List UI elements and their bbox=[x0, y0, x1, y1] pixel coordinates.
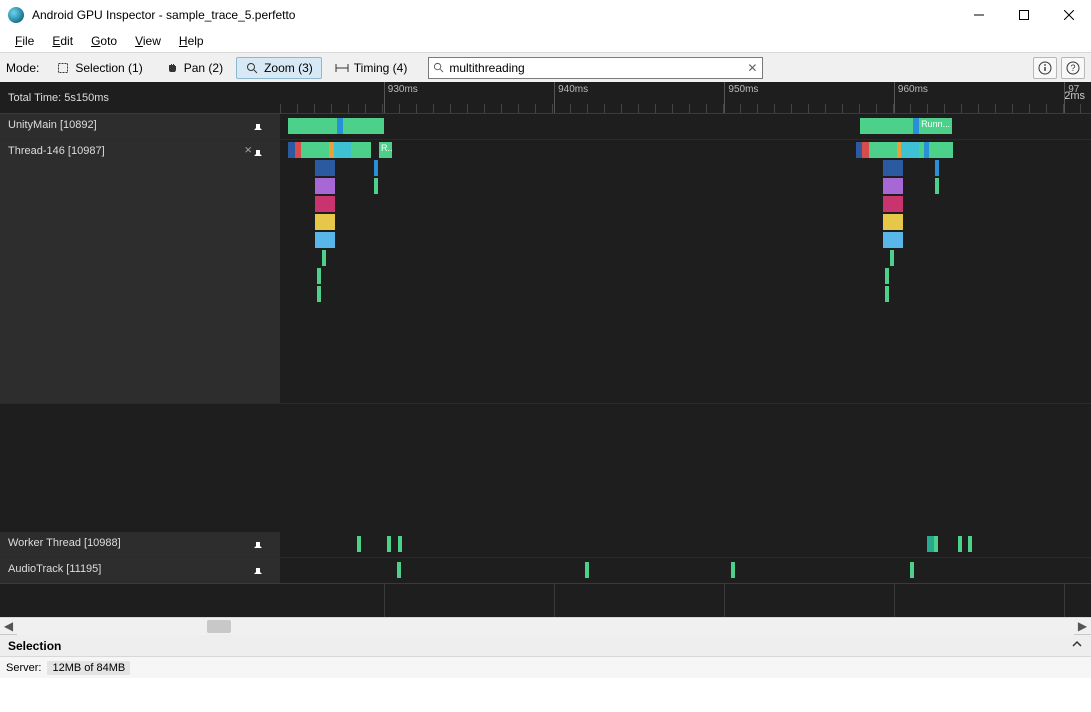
track-label-text: Worker Thread [10988] bbox=[8, 537, 121, 549]
track-body-thread146[interactable]: R... bbox=[280, 140, 1091, 403]
scroll-left-button[interactable]: ◀ bbox=[0, 618, 17, 635]
minimize-button[interactable] bbox=[956, 0, 1001, 30]
menubar: File Edit Goto View Help bbox=[0, 30, 1091, 52]
menu-file[interactable]: File bbox=[6, 31, 43, 51]
titlebar: Android GPU Inspector - sample_trace_5.p… bbox=[0, 0, 1091, 30]
mode-timing-button[interactable]: Timing (4) bbox=[326, 57, 417, 79]
track-body-worker[interactable] bbox=[280, 532, 1091, 557]
window-controls bbox=[956, 0, 1091, 30]
time-ruler[interactable]: 930ms940ms950ms960ms97 bbox=[280, 82, 1091, 113]
menu-edit[interactable]: Edit bbox=[43, 31, 82, 51]
track-row-spacer bbox=[0, 404, 1091, 532]
pin-icon[interactable] bbox=[260, 145, 272, 157]
help-button[interactable]: ? bbox=[1061, 57, 1085, 79]
track-body-audio[interactable] bbox=[280, 558, 1091, 583]
pin-icon[interactable] bbox=[260, 537, 272, 549]
chevron-up-icon bbox=[1071, 638, 1083, 653]
svg-text:?: ? bbox=[1070, 63, 1075, 73]
track-label-worker[interactable]: Worker Thread [10988] bbox=[0, 532, 280, 557]
track-label-text: AudioTrack [11195] bbox=[8, 563, 101, 575]
total-time-text: Total Time: 5s150ms bbox=[8, 92, 109, 104]
search-input[interactable] bbox=[447, 61, 742, 75]
close-button[interactable] bbox=[1046, 0, 1091, 30]
track-row-thread146: Thread-146 [10987] ⨯ R... bbox=[0, 140, 1091, 404]
track-label-thread146[interactable]: Thread-146 [10987] ⨯ bbox=[0, 140, 280, 403]
status-server-label: Server: bbox=[6, 662, 41, 674]
track-label-audio[interactable]: AudioTrack [11195] bbox=[0, 558, 280, 583]
scroll-right-button[interactable]: ▶ bbox=[1074, 618, 1091, 635]
pan-icon bbox=[165, 61, 179, 75]
timeline: Total Time: 5s150ms 2ms 930ms940ms950ms9… bbox=[0, 82, 1091, 634]
menu-help[interactable]: Help bbox=[170, 31, 213, 51]
pin-icon[interactable] bbox=[260, 119, 272, 131]
track-body-unitymain[interactable]: Runn... bbox=[280, 114, 1091, 139]
mode-pan-label: Pan (2) bbox=[184, 61, 223, 75]
selection-panel-header[interactable]: Selection bbox=[0, 634, 1091, 656]
window-title: Android GPU Inspector - sample_trace_5.p… bbox=[32, 8, 956, 22]
mode-selection-label: Selection (1) bbox=[75, 61, 142, 75]
search-icon bbox=[429, 62, 447, 73]
mode-pan-button[interactable]: Pan (2) bbox=[156, 57, 232, 79]
track-row-worker: Worker Thread [10988] bbox=[0, 532, 1091, 558]
menu-goto[interactable]: Goto bbox=[82, 31, 126, 51]
search-clear-button[interactable]: ✕ bbox=[742, 61, 762, 75]
track-label-unitymain[interactable]: UnityMain [10892] bbox=[0, 114, 280, 139]
track-row-unitymain: UnityMain [10892] Runn... bbox=[0, 114, 1091, 140]
mode-zoom-label: Zoom (3) bbox=[264, 61, 313, 75]
spacer-label bbox=[0, 404, 280, 532]
selection-title: Selection bbox=[8, 639, 61, 653]
search-box: ✕ bbox=[428, 57, 763, 79]
toolbar: Mode: Selection (1) Pan (2) Zoom (3) Tim… bbox=[0, 52, 1091, 82]
tracks-area[interactable]: UnityMain [10892] Runn... Thread-146 [10… bbox=[0, 114, 1091, 617]
app-icon bbox=[8, 7, 24, 23]
selection-icon bbox=[56, 61, 70, 75]
track-label-text: UnityMain [10892] bbox=[8, 119, 97, 131]
scroll-track[interactable] bbox=[17, 618, 1074, 635]
spacer-body bbox=[280, 404, 1091, 532]
track-label-text: Thread-146 [10987] bbox=[8, 145, 105, 157]
timing-icon bbox=[335, 61, 349, 75]
scroll-thumb[interactable] bbox=[207, 620, 230, 633]
zoom-icon bbox=[245, 61, 259, 75]
mode-selection-button[interactable]: Selection (1) bbox=[47, 57, 151, 79]
mode-label: Mode: bbox=[6, 61, 39, 75]
maximize-button[interactable] bbox=[1001, 0, 1046, 30]
ruler-row: Total Time: 5s150ms 2ms 930ms940ms950ms9… bbox=[0, 82, 1091, 114]
status-memory: 12MB of 84MB bbox=[47, 661, 130, 675]
info-button[interactable] bbox=[1033, 57, 1057, 79]
total-time-label: Total Time: 5s150ms 2ms bbox=[0, 82, 280, 113]
statusbar: Server: 12MB of 84MB bbox=[0, 656, 1091, 678]
mode-timing-label: Timing (4) bbox=[354, 61, 408, 75]
track-row-audio: AudioTrack [11195] bbox=[0, 558, 1091, 584]
hscrollbar[interactable]: ◀ ▶ bbox=[0, 617, 1091, 634]
menu-view[interactable]: View bbox=[126, 31, 170, 51]
mode-zoom-button[interactable]: Zoom (3) bbox=[236, 57, 322, 79]
pin-icon[interactable] bbox=[260, 563, 272, 575]
